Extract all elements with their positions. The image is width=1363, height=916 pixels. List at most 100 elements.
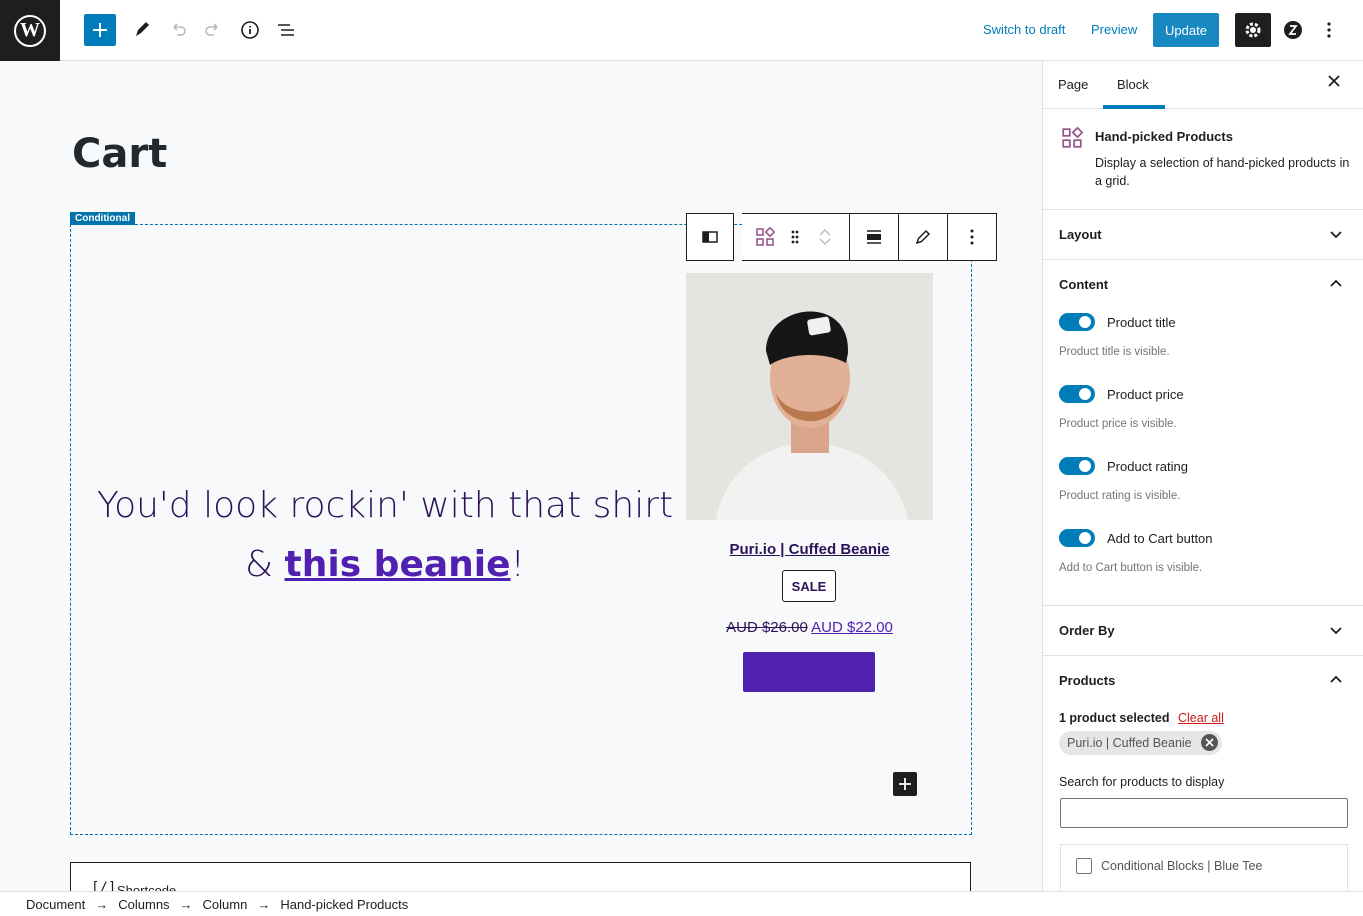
panel-content-title: Content — [1059, 277, 1109, 292]
chevron-down-icon — [819, 238, 831, 246]
align-button[interactable] — [850, 214, 899, 260]
toggle-help: Product rating is visible. — [1059, 490, 1181, 502]
beanie-link[interactable]: this beanie — [285, 544, 511, 585]
settings-sidebar: Page Block Hand-picked Products Display … — [1042, 61, 1363, 891]
page-title[interactable]: Cart — [72, 131, 167, 177]
parent-select-group — [686, 213, 734, 261]
product-title-link[interactable]: Puri.io | Cuffed Beanie — [686, 541, 933, 558]
tools-button[interactable] — [126, 14, 158, 46]
headline-suffix: ! — [510, 544, 525, 585]
search-label: Search for products to display — [1059, 775, 1225, 789]
align-wide-icon — [867, 230, 881, 244]
pencil-icon — [915, 229, 931, 245]
chevron-down-icon — [1330, 231, 1342, 239]
add-to-cart-toggle[interactable] — [1059, 529, 1095, 547]
breadcrumb-column[interactable]: Column — [203, 897, 248, 912]
remove-chip-button[interactable] — [1200, 734, 1218, 751]
plugin-icon — [1284, 21, 1302, 39]
breadcrumb-separator: → — [257, 896, 271, 912]
update-button[interactable]: Update — [1153, 13, 1219, 47]
switch-to-draft-button[interactable]: Switch to draft — [983, 22, 1065, 37]
block-type-button[interactable] — [742, 214, 788, 260]
toggle-label: Add to Cart button — [1107, 531, 1213, 546]
panel-content-toggle[interactable]: Content — [1043, 260, 1363, 309]
panel-layout-toggle[interactable]: Layout — [1043, 210, 1363, 259]
result-label: Conditional Blocks | Blue Tee — [1101, 859, 1263, 873]
breadcrumb-document[interactable]: Document — [26, 897, 85, 912]
add-to-cart-button[interactable] — [743, 652, 875, 692]
block-card-title: Hand-picked Products — [1095, 129, 1233, 144]
product-rating-toggle[interactable] — [1059, 457, 1095, 475]
tab-block[interactable]: Block — [1117, 77, 1149, 92]
drag-handle-icon — [791, 230, 799, 244]
chevron-down-icon — [1330, 627, 1342, 635]
preview-button[interactable]: Preview — [1091, 22, 1137, 37]
toggle-row-product-price: Product price Product price is visible. — [1043, 381, 1363, 453]
chevron-up-icon — [1330, 675, 1342, 683]
toggle-row-add-to-cart: Add to Cart button Add to Cart button is… — [1043, 525, 1363, 597]
product-image[interactable] — [686, 273, 933, 520]
block-card: Hand-picked Products Display a selection… — [1043, 109, 1363, 210]
tab-page[interactable]: Page — [1058, 77, 1088, 92]
editor-canvas: Cart Conditional You'd look rockin' with… — [0, 61, 1042, 891]
block-options-button[interactable] — [948, 214, 995, 260]
select-parent-button[interactable] — [687, 214, 733, 260]
panel-layout-title: Layout — [1059, 227, 1102, 242]
move-buttons[interactable] — [802, 214, 848, 260]
settings-button[interactable] — [1235, 13, 1271, 47]
toggle-label: Product price — [1107, 387, 1184, 402]
toggle-help: Product title is visible. — [1059, 346, 1170, 358]
redo-button[interactable] — [197, 14, 229, 46]
product-price-toggle[interactable] — [1059, 385, 1095, 403]
list-view-button[interactable] — [270, 14, 302, 46]
product-title-toggle[interactable] — [1059, 313, 1095, 331]
chevron-up-icon — [819, 228, 831, 236]
details-button[interactable] — [234, 14, 266, 46]
plugin-button[interactable] — [1277, 14, 1309, 46]
list-view-icon — [278, 24, 294, 36]
options-button[interactable] — [1313, 14, 1345, 46]
shortcode-label: Shortcode — [117, 883, 177, 891]
block-breadcrumb: Document → Columns → Column → Hand-picke… — [0, 891, 1363, 916]
toggle-help: Add to Cart button is visible. — [1059, 562, 1203, 574]
columns-icon — [702, 231, 718, 243]
panel-layout: Layout — [1043, 210, 1363, 260]
edit-button[interactable] — [899, 214, 948, 260]
new-price: AUD $22.00 — [811, 619, 893, 636]
add-block-button[interactable] — [84, 14, 116, 46]
product-grid-icon — [756, 227, 775, 246]
chip-label: Puri.io | Cuffed Beanie — [1067, 736, 1192, 750]
panel-products-title: Products — [1059, 673, 1116, 688]
selected-count: 1 product selected — [1059, 711, 1170, 725]
chevron-up-icon — [1330, 279, 1342, 287]
info-icon — [241, 21, 259, 39]
panel-order-by-toggle[interactable]: Order By — [1043, 606, 1363, 655]
headline-paragraph[interactable]: You'd look rockin' with that shirt & thi… — [90, 476, 680, 594]
result-item[interactable]: Conditional Blocks | Blue Tee — [1076, 858, 1262, 874]
close-sidebar-button[interactable] — [1326, 73, 1342, 94]
shortcode-block[interactable]: [/] Shortcode — [70, 862, 971, 891]
block-switcher-group — [742, 213, 850, 261]
plus-icon — [899, 778, 911, 790]
shortcode-icon: [/] — [91, 880, 117, 891]
block-toolbar — [686, 213, 997, 261]
drag-handle[interactable] — [788, 214, 802, 260]
product-search-input[interactable] — [1060, 798, 1348, 828]
inline-add-block-button[interactable] — [893, 772, 917, 796]
wordpress-logo-button[interactable]: W — [0, 0, 60, 61]
panel-products-toggle[interactable]: Products — [1043, 656, 1363, 705]
undo-button[interactable] — [162, 14, 194, 46]
result-checkbox[interactable] — [1076, 858, 1092, 874]
redo-icon — [205, 23, 218, 36]
sale-badge: SALE — [782, 570, 836, 602]
close-icon — [1328, 75, 1340, 87]
product-grid-icon — [1062, 127, 1083, 148]
panel-content: Content Product title Product title is v… — [1043, 260, 1363, 606]
product-price: AUD $26.00 AUD $22.00 — [686, 619, 933, 636]
clear-all-button[interactable]: Clear all — [1178, 711, 1224, 725]
breadcrumb-columns[interactable]: Columns — [118, 897, 169, 912]
breadcrumb-separator: → — [95, 896, 109, 912]
breadcrumb-hand-picked-products: Hand-picked Products — [280, 896, 409, 912]
wordpress-icon: W — [14, 14, 46, 47]
more-vertical-icon — [970, 229, 973, 245]
